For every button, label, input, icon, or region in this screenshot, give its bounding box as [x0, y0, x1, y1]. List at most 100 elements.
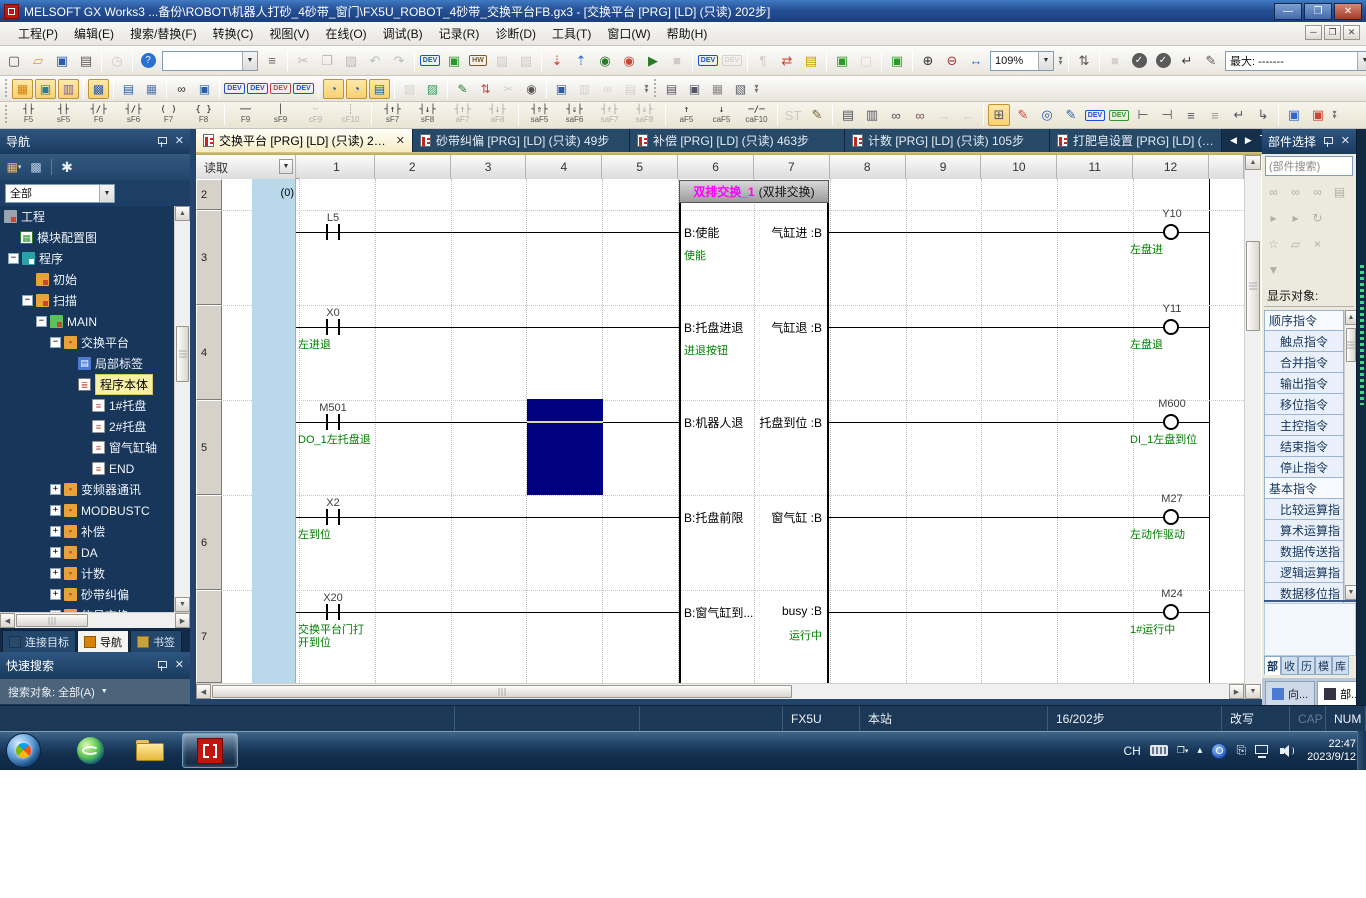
read-mode-button[interactable]: ▣: [1283, 104, 1305, 126]
menu-item-工程[interactable]: 工程(P): [10, 22, 66, 45]
ladder-horizontal-scrollbar[interactable]: ◀▶: [196, 683, 1244, 699]
zoom-source-button[interactable]: ◎: [1036, 104, 1058, 126]
device-find-button[interactable]: DEV: [1084, 104, 1106, 126]
insert-row-button[interactable]: ↳: [1252, 104, 1274, 126]
element-selection-button[interactable]: ▩: [88, 79, 109, 99]
output-coil-M24[interactable]: [1163, 604, 1179, 620]
collapse-icon[interactable]: −: [36, 316, 47, 327]
instruction-group-算术运算指[interactable]: 算术运算指: [1264, 520, 1344, 541]
inline-st-box-button[interactable]: ST: [782, 104, 804, 126]
print-button[interactable]: ▤: [75, 50, 97, 72]
new-folder-button[interactable]: ▱: [1286, 235, 1305, 253]
note-button[interactable]: ▥: [861, 104, 883, 126]
cut-button[interactable]: ✂: [292, 50, 314, 72]
ladder-selection-cursor[interactable]: [527, 399, 603, 495]
ladder-row-number-3[interactable]: 3: [196, 210, 222, 305]
monitor-start-button[interactable]: ✓: [1128, 50, 1150, 72]
browser-taskbar-button[interactable]: [62, 733, 118, 768]
statement-button[interactable]: ▤: [837, 104, 859, 126]
wrap-row-button[interactable]: ↵: [1228, 104, 1250, 126]
search-options-icon[interactable]: ≡: [261, 50, 283, 72]
document-tab-3[interactable]: 补偿 [PRG] [LD] (只读) 463步: [630, 129, 845, 152]
close-icon[interactable]: ✕: [175, 660, 184, 671]
tree-item-程序本体[interactable]: ≣程序本体: [0, 374, 174, 395]
output-coil-M600[interactable]: [1163, 414, 1179, 430]
chevron-down-icon[interactable]: ▼: [99, 185, 114, 202]
dock-tab-导航[interactable]: 导航: [77, 630, 129, 652]
taskbar-clock[interactable]: 22:47 2023/9/12: [1303, 738, 1356, 764]
explorer-taskbar-button[interactable]: [122, 733, 178, 768]
outdent-button[interactable]: ←: [957, 104, 979, 126]
delete-button[interactable]: ×: [1308, 235, 1327, 253]
scroll-up-icon[interactable]: ▲: [1245, 155, 1261, 170]
tree-display-button[interactable]: ▦▾: [4, 158, 24, 177]
expand-icon[interactable]: +: [50, 526, 61, 537]
dock-tab-连接目标[interactable]: 连接目标: [2, 630, 76, 652]
monitor-write-button[interactable]: ■: [666, 50, 688, 72]
scrollbar-thumb[interactable]: [212, 685, 792, 698]
ladder-canvas[interactable]: (0)234567双排交换_1(双排交换)L5B:使能气缸进 :B使能Y10左盘…: [196, 179, 1244, 683]
rising-pulse-close-or-button[interactable]: ┤⇑├saF7: [593, 103, 626, 127]
navigation-window-button[interactable]: ▦: [12, 79, 33, 99]
chevron-down-icon[interactable]: ▼: [1357, 52, 1366, 70]
menu-item-记录[interactable]: 记录(R): [431, 22, 488, 45]
device-display-button[interactable]: DEV: [697, 50, 719, 72]
convert-all-button[interactable]: ▤: [800, 50, 822, 72]
ladder-list-button[interactable]: ▤: [661, 79, 682, 99]
toolbar-overflow-icon[interactable]: ▾▾: [1330, 104, 1339, 126]
falling-edge-button[interactable]: ↓caF5: [705, 103, 738, 127]
element-tab-历[interactable]: 历: [1298, 656, 1315, 675]
watch1-window-button[interactable]: ◔: [323, 79, 344, 99]
instruction-group-移位指令[interactable]: 移位指令: [1264, 394, 1344, 415]
zoom-in-button[interactable]: ⊕: [917, 50, 939, 72]
chevron-down-icon[interactable]: ▼: [279, 159, 293, 174]
instruction-group-触点指令[interactable]: 触点指令: [1264, 331, 1344, 352]
network-icon[interactable]: [1255, 745, 1271, 757]
result-list-button[interactable]: ▤: [1330, 183, 1349, 201]
tree-item-交换平台[interactable]: −▪交换平台: [0, 332, 174, 353]
close-icon[interactable]: ✕: [175, 136, 184, 147]
find-previous-button[interactable]: ∞: [1286, 183, 1305, 201]
expand-icon[interactable]: +: [50, 484, 61, 495]
tree-item-砂带纠偏[interactable]: +▪砂带纠偏: [0, 584, 174, 605]
watch2-window-button[interactable]: ◔: [346, 79, 367, 99]
menu-item-在线[interactable]: 在线(O): [317, 22, 374, 45]
tree-filter-combo[interactable]: 全部 ▼: [5, 184, 115, 203]
restore-button[interactable]: ❐: [1304, 3, 1332, 20]
tree-item-变频器通讯[interactable]: +▪变频器通讯: [0, 479, 174, 500]
edit-comment-button[interactable]: ✎: [806, 104, 828, 126]
scrollbar-thumb[interactable]: [1246, 241, 1260, 331]
device-storage-button[interactable]: DEV: [270, 79, 291, 99]
toolbar-overflow-icon[interactable]: ▾▾: [642, 78, 651, 100]
coil-device-Y10[interactable]: Y10: [1132, 208, 1212, 220]
simulation-stop-button[interactable]: ■: [1104, 50, 1126, 72]
tree-item-窗气缸轴[interactable]: ≡窗气缸轴: [0, 437, 174, 458]
chevron-down-icon[interactable]: ▼: [242, 52, 257, 70]
tree-item-扫描[interactable]: −扫描: [0, 290, 174, 311]
tree-item-模块配置图[interactable]: ▦模块配置图: [0, 227, 174, 248]
find-dim-button[interactable]: ∞: [597, 79, 618, 99]
rising-pulse-close-button[interactable]: ┤⇑├saF5: [523, 103, 556, 127]
edge-right-button[interactable]: ⊣: [1156, 104, 1178, 126]
instruction-group-数据传送指[interactable]: 数据传送指: [1264, 541, 1344, 562]
find-instruction-button[interactable]: ∞: [909, 104, 931, 126]
device-display-off-button[interactable]: DEV: [721, 50, 743, 72]
settings-gear-icon[interactable]: ✱: [57, 158, 77, 177]
monitor-status-button[interactable]: ▣: [551, 79, 572, 99]
falling-pulse-close-button[interactable]: ┤⇓├saF6: [558, 103, 591, 127]
zoom-out-button[interactable]: ⊖: [941, 50, 963, 72]
tree-item-2#托盘[interactable]: ≡2#托盘: [0, 416, 174, 437]
tab-prev-icon[interactable]: ◀: [1230, 135, 1237, 146]
dock-tab-向...[interactable]: 向...: [1265, 681, 1315, 705]
align-list-button[interactable]: ≡: [1180, 104, 1202, 126]
instruction-group-停止指令[interactable]: 停止指令: [1264, 457, 1344, 478]
coil-device-M600[interactable]: M600: [1132, 398, 1212, 410]
chevron-down-icon[interactable]: ▼: [1038, 52, 1053, 70]
scroll-right-icon[interactable]: ▶: [1229, 684, 1244, 699]
fb-output-pin[interactable]: 气缸退 :B: [694, 319, 822, 336]
monitor-mode-button[interactable]: ▣: [443, 50, 465, 72]
monitor-stop-button[interactable]: ✓: [1152, 50, 1174, 72]
scroll-down-icon[interactable]: ▼: [175, 597, 190, 612]
convert-button[interactable]: ⇄: [776, 50, 798, 72]
element-search-input[interactable]: (部件搜索): [1265, 156, 1353, 176]
